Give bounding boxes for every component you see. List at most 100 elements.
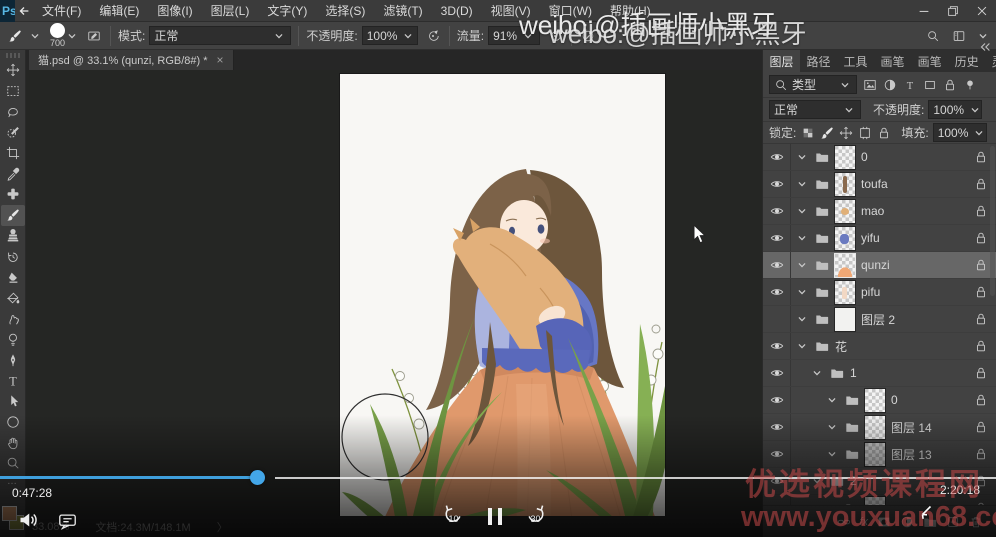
blend-mode-select[interactable]: 正常 xyxy=(149,26,291,45)
canvas-area[interactable] xyxy=(26,70,762,537)
pause-button[interactable] xyxy=(488,508,502,525)
visibility-toggle[interactable] xyxy=(763,387,791,413)
menu-item[interactable]: 图像(I) xyxy=(148,0,201,22)
lock-image-pixels-icon[interactable] xyxy=(819,125,834,140)
group-caret-icon[interactable] xyxy=(795,339,809,353)
visibility-toggle[interactable] xyxy=(763,225,791,251)
artboard[interactable] xyxy=(340,74,665,537)
workspace-switcher-icon[interactable] xyxy=(950,27,968,45)
history-brush-tool[interactable] xyxy=(1,246,25,267)
filter-pixel-layers-icon[interactable] xyxy=(862,77,877,92)
filter-kind-select[interactable]: 类型 xyxy=(769,75,857,94)
lock-position-icon[interactable] xyxy=(838,125,853,140)
danmaku-button[interactable] xyxy=(58,511,77,530)
visibility-toggle[interactable] xyxy=(763,171,791,197)
layer-thumbnail[interactable] xyxy=(835,173,855,196)
chevron-down-icon[interactable] xyxy=(28,29,42,43)
visibility-toggle[interactable] xyxy=(763,333,791,359)
layer-row[interactable]: 0 xyxy=(763,387,996,414)
lock-artboard-icon[interactable] xyxy=(857,125,872,140)
opacity-select[interactable]: 100% xyxy=(362,26,418,45)
group-caret-icon[interactable] xyxy=(795,231,809,245)
close-button[interactable] xyxy=(967,0,996,22)
menu-item[interactable]: 选择(S) xyxy=(316,0,374,22)
panel-tab[interactable]: 画笔 xyxy=(911,50,948,72)
layer-blend-mode-select[interactable]: 正常 xyxy=(769,100,861,119)
foreground-color-swatch[interactable] xyxy=(2,506,17,521)
layer-row[interactable]: yifu xyxy=(763,225,996,252)
fill-select[interactable]: 100% xyxy=(933,123,987,142)
menu-item[interactable]: 文件(F) xyxy=(33,0,90,22)
quick-select-tool[interactable] xyxy=(1,122,25,143)
layer-thumbnail[interactable] xyxy=(835,200,855,223)
menu-item[interactable]: 编辑(E) xyxy=(90,0,148,22)
restore-button[interactable] xyxy=(938,0,967,22)
menu-item[interactable]: 图层(L) xyxy=(202,0,259,22)
group-caret-icon[interactable] xyxy=(795,312,809,326)
layer-thumbnail[interactable] xyxy=(835,281,855,304)
panel-tab[interactable]: 图层 xyxy=(763,50,800,72)
paint-bucket-tool[interactable] xyxy=(1,288,25,309)
menu-item[interactable]: 滤镜(T) xyxy=(374,0,431,22)
visibility-toggle[interactable] xyxy=(763,144,791,170)
eyedropper-tool[interactable] xyxy=(1,163,25,184)
layer-thumbnail[interactable] xyxy=(835,146,855,169)
menu-item[interactable]: 3D(D) xyxy=(432,0,482,22)
marquee-tool[interactable] xyxy=(1,81,25,102)
layer-row[interactable]: 图层 2 xyxy=(763,306,996,333)
shape-tool[interactable] xyxy=(1,412,25,433)
group-caret-icon[interactable] xyxy=(825,420,839,434)
visibility-toggle[interactable] xyxy=(763,279,791,305)
zoom-tool[interactable] xyxy=(1,453,25,474)
move-tool[interactable] xyxy=(1,60,25,81)
layer-row[interactable]: mao xyxy=(763,198,996,225)
group-caret-icon[interactable] xyxy=(795,258,809,272)
back-arrow-icon[interactable] xyxy=(15,0,33,22)
pen-tool[interactable] xyxy=(1,350,25,371)
layer-thumbnail[interactable] xyxy=(835,308,855,331)
group-row[interactable]: 1 xyxy=(763,360,996,387)
layer-thumbnail[interactable] xyxy=(835,227,855,250)
clone-stamp-tool[interactable] xyxy=(1,226,25,247)
path-select-tool[interactable] xyxy=(1,391,25,412)
group-caret-icon[interactable] xyxy=(795,204,809,218)
close-tab-icon[interactable]: × xyxy=(217,53,224,67)
layer-row[interactable]: pifu xyxy=(763,279,996,306)
layer-thumbnail[interactable] xyxy=(865,416,885,439)
layer-thumbnail[interactable] xyxy=(835,254,855,277)
layer-row[interactable]: 0 xyxy=(763,144,996,171)
visibility-toggle[interactable] xyxy=(763,306,791,332)
brush-size-preview[interactable]: 700 xyxy=(50,23,65,48)
crop-tool[interactable] xyxy=(1,143,25,164)
filter-shape-layers-icon[interactable] xyxy=(922,77,937,92)
volume-button[interactable] xyxy=(18,510,38,530)
brush-tool-preset-icon[interactable] xyxy=(6,27,24,45)
progress-handle[interactable] xyxy=(250,470,265,485)
filter-smart-objects-icon[interactable] xyxy=(942,77,957,92)
eraser-tool[interactable] xyxy=(1,267,25,288)
panel-tab[interactable]: 路径 xyxy=(800,50,837,72)
hand-tool[interactable] xyxy=(1,432,25,453)
group-caret-icon[interactable] xyxy=(795,177,809,191)
layer-thumbnail[interactable] xyxy=(865,389,885,412)
dodge-tool[interactable] xyxy=(1,329,25,350)
menu-item[interactable]: 文字(Y) xyxy=(258,0,316,22)
group-caret-icon[interactable] xyxy=(795,285,809,299)
filter-type-layers-icon[interactable]: T xyxy=(902,77,917,92)
panel-tab[interactable]: 画笔 xyxy=(874,50,911,72)
layer-row[interactable]: qunzi xyxy=(763,252,996,279)
filter-adjustment-layers-icon[interactable] xyxy=(882,77,897,92)
group-caret-icon[interactable] xyxy=(825,393,839,407)
healing-brush-tool[interactable] xyxy=(1,184,25,205)
toolbar-grip[interactable] xyxy=(6,53,20,58)
layer-opacity-select[interactable]: 100% xyxy=(928,100,982,119)
status-chevron-icon[interactable]: 〉 xyxy=(217,519,228,535)
document-tab[interactable]: 猫.psd @ 33.1% (qunzi, RGB/8#) * × xyxy=(29,50,234,70)
type-tool[interactable]: T xyxy=(1,370,25,391)
chevron-down-icon[interactable] xyxy=(65,29,79,43)
lock-transparent-pixels-icon[interactable] xyxy=(800,125,815,140)
lock-all-icon[interactable] xyxy=(876,125,891,140)
visibility-toggle[interactable] xyxy=(763,252,791,278)
forward-30-button[interactable]: 30 xyxy=(525,503,546,523)
filter-pin-icon[interactable] xyxy=(962,77,977,92)
